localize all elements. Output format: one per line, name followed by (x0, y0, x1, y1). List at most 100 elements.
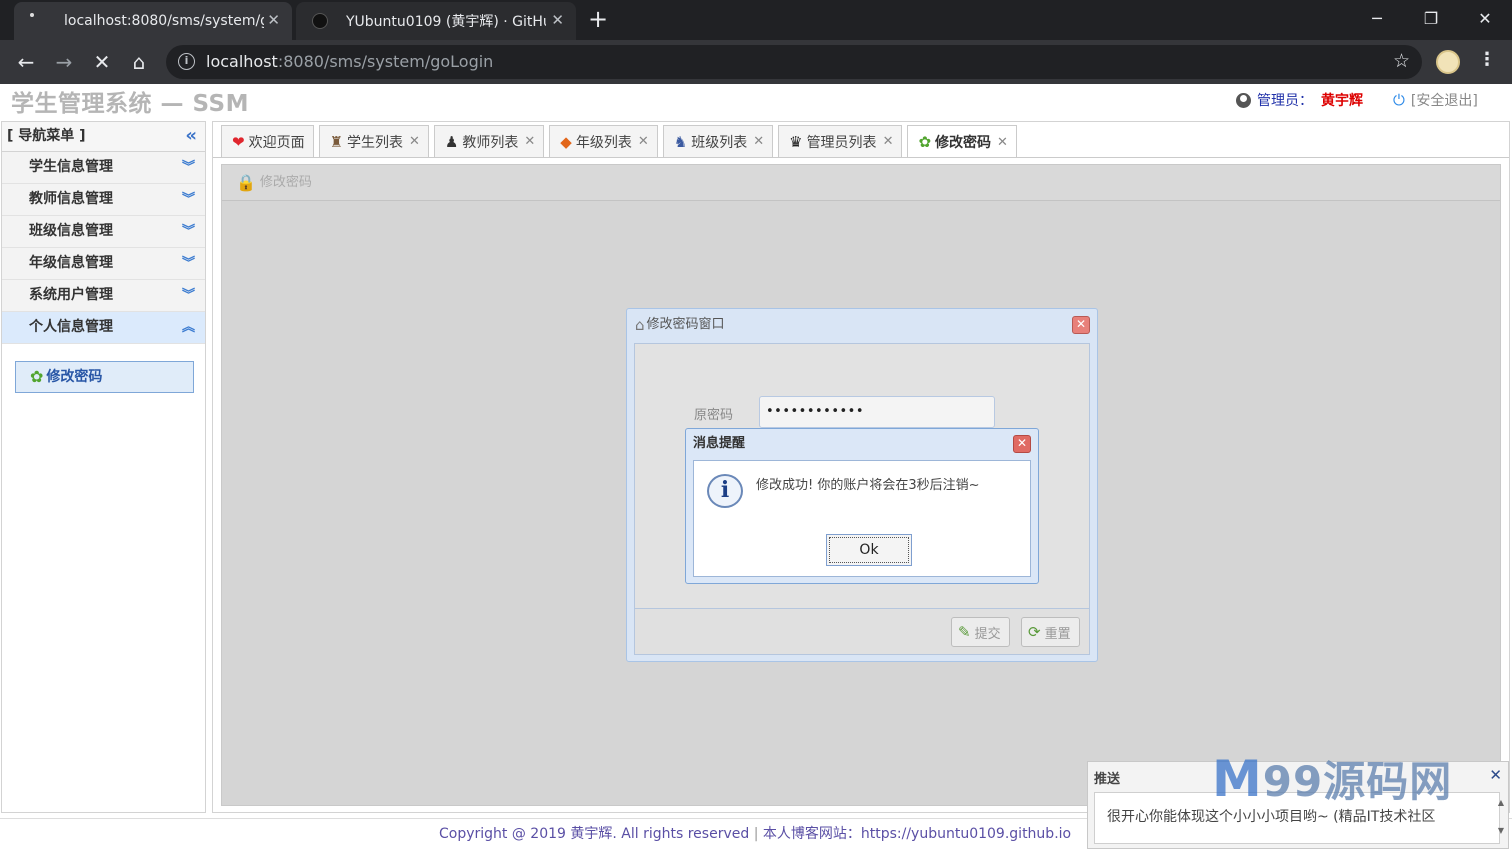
url-path: :8080/sms/system/goLogin (277, 52, 494, 71)
close-tab-icon[interactable]: ✕ (883, 134, 894, 149)
tab-change-password[interactable]: ✿ 修改密码 ✕ (907, 125, 1017, 158)
logout-link[interactable]: ⏻ [安全退出] (1393, 90, 1478, 110)
close-tab-icon[interactable]: ✕ (638, 134, 649, 149)
chevron-up-icon: ︽ (181, 320, 195, 335)
profile-avatar[interactable] (1436, 50, 1460, 74)
restore-button[interactable]: ❐ (1404, 0, 1458, 36)
close-tab-icon[interactable]: ✕ (551, 11, 564, 29)
push-title: 推送 (1094, 772, 1121, 787)
watermark-m-icon: M (1212, 750, 1263, 808)
tab-label: 修改密码 (935, 135, 992, 151)
content-tabs: ❤ 欢迎页面 ♜ 学生列表 ✕ ♟ 教师列表 ✕ ◆ 年级列表 ✕ ♞ 班级列表… (221, 125, 1022, 158)
scroll-up-icon[interactable]: ▲ (1498, 798, 1504, 807)
nav-item-label: 教师信息管理 (29, 191, 113, 207)
heart-icon: ❤ (232, 132, 245, 151)
close-tab-icon[interactable]: ✕ (753, 134, 764, 149)
home-icon: ⌂ (635, 316, 645, 334)
original-password-label: 原密码 (694, 408, 734, 423)
message-text: 修改成功! 你的账户将会在3秒后注销~ (756, 478, 980, 493)
minimize-button[interactable]: ─ (1350, 0, 1404, 36)
reset-label: 重置 (1044, 626, 1071, 642)
browser-tab-title: YUbuntu0109 (黄宇辉) · GitHub (346, 14, 546, 30)
close-window-icon[interactable]: ✕ (1072, 316, 1090, 334)
copyright-label: Copyright @ 2019 黄宇辉. All rights reserve… (439, 826, 750, 842)
tab-label: 管理员列表 (806, 134, 877, 151)
tab-welcome[interactable]: ❤ 欢迎页面 (221, 125, 314, 157)
close-push-icon[interactable]: ✕ (1489, 766, 1502, 784)
chevron-down-icon: ︾ (181, 256, 195, 271)
back-button[interactable]: ← (12, 48, 40, 76)
nav-sub-change-password[interactable]: ✿ 修改密码 (15, 361, 194, 393)
chevron-down-icon: ︾ (181, 160, 195, 175)
tab-admin-list[interactable]: ♛ 管理员列表 ✕ (778, 125, 903, 157)
admin-icon: ♛ (789, 132, 803, 151)
tab-class-list[interactable]: ♞ 班级列表 ✕ (662, 125, 774, 157)
reset-button[interactable]: ⟳ 重置 (1021, 617, 1080, 647)
lock-icon: 🔒 (236, 172, 256, 192)
close-tab-icon[interactable]: ✕ (997, 135, 1008, 150)
original-password-field[interactable]: •••••••••••• (759, 396, 995, 428)
tabs-divider (213, 157, 1509, 158)
nav-item-grade[interactable]: 年级信息管理 ︾ (2, 248, 205, 280)
close-tab-icon[interactable]: ✕ (267, 11, 280, 29)
submit-label: 提交 (974, 626, 1001, 642)
close-tab-icon[interactable]: ✕ (524, 134, 535, 149)
nav-item-student[interactable]: 学生信息管理 ︾ (2, 152, 205, 184)
bookmark-star-icon[interactable]: ☆ (1393, 50, 1410, 72)
message-dialog-title: 消息提醒 (693, 436, 746, 451)
nav-item-label: 个人信息管理 (29, 319, 113, 335)
nav-item-personal[interactable]: 个人信息管理 ︽ (2, 312, 205, 344)
copyright-text: Copyright @ 2019 黄宇辉. All rights reserve… (439, 823, 1071, 843)
close-dialog-icon[interactable]: ✕ (1013, 435, 1031, 453)
new-tab-button[interactable]: + (588, 6, 608, 32)
app-title: 学生管理系统 — SSM (11, 91, 249, 117)
watermark-text: 99源码网 (1262, 757, 1453, 806)
browser-tab-title: localhost:8080/sms/system/goLo (64, 13, 264, 29)
admin-name: 黄宇辉 (1321, 93, 1363, 109)
gear-icon: ✿ (918, 133, 932, 151)
close-tab-icon[interactable]: ✕ (409, 134, 420, 149)
refresh-icon: ⟳ (1028, 623, 1041, 641)
ok-button[interactable]: Ok (826, 534, 912, 566)
site-info-icon[interactable]: i (178, 53, 195, 70)
teacher-icon: ♟ (444, 132, 459, 151)
address-bar[interactable]: i localhost:8080/sms/system/goLogin ☆ (166, 45, 1422, 79)
nav-item-label: 班级信息管理 (29, 223, 113, 239)
nav-item-class[interactable]: 班级信息管理 ︾ (2, 216, 205, 248)
url-text[interactable]: localhost:8080/sms/system/goLogin (206, 52, 493, 71)
message-dialog: 消息提醒 ✕ i 修改成功! 你的账户将会在3秒后注销~ Ok (685, 428, 1039, 584)
admin-info: 管理员： 黄宇辉 (1236, 90, 1363, 110)
info-icon: i (707, 474, 743, 508)
tab-grade-list[interactable]: ◆ 年级列表 ✕ (549, 125, 658, 157)
nav-item-system-user[interactable]: 系统用户管理 ︾ (2, 280, 205, 312)
nav-sub-label: 修改密码 (46, 369, 103, 385)
submit-button[interactable]: ✎ 提交 (951, 617, 1010, 647)
nav-item-label: 学生信息管理 (29, 159, 113, 175)
tab-label: 欢迎页面 (248, 134, 305, 151)
tab-teacher-list[interactable]: ♟ 教师列表 ✕ (433, 125, 545, 157)
scroll-down-icon[interactable]: ▼ (1498, 826, 1504, 835)
close-window-button[interactable]: ✕ (1458, 0, 1512, 36)
blog-link[interactable]: 本人博客网站：https://yubuntu0109.github.io (763, 826, 1071, 842)
browser-tab-bar: localhost:8080/sms/system/goLo ✕ YUbuntu… (0, 0, 1512, 40)
tab-label: 年级列表 (575, 134, 632, 151)
stop-loading-button[interactable]: ✕ (88, 48, 116, 76)
home-button[interactable]: ⌂ (125, 48, 153, 76)
browser-tab-github[interactable]: YUbuntu0109 (黄宇辉) · GitHub ✕ (296, 2, 576, 40)
panel-title: 修改密码 (259, 174, 312, 190)
gear-icon: ✿ (30, 367, 44, 386)
forward-button[interactable]: → (50, 48, 78, 76)
password-window-footer: ✎ 提交 ⟳ 重置 (634, 609, 1090, 655)
nav-item-teacher[interactable]: 教师信息管理 ︾ (2, 184, 205, 216)
url-host: localhost (206, 52, 278, 71)
left-nav: [ 导航菜单 ] « 学生信息管理 ︾ 教师信息管理 ︾ 班级信息管理 ︾ 年级信息管… (1, 121, 206, 813)
tab-student-list[interactable]: ♜ 学生列表 ✕ (318, 125, 429, 157)
watermark-logo: M99源码网 (1212, 748, 1452, 809)
collapse-nav-icon[interactable]: « (185, 122, 197, 150)
nav-item-label: 年级信息管理 (29, 255, 113, 271)
tab-label: 班级列表 (691, 134, 748, 151)
chevron-down-icon: ︾ (181, 224, 195, 239)
browser-menu-icon[interactable]: ⋮ (1478, 49, 1496, 70)
browser-tab-active[interactable]: localhost:8080/sms/system/goLo ✕ (14, 2, 292, 40)
tab-label: 学生列表 (347, 134, 404, 151)
